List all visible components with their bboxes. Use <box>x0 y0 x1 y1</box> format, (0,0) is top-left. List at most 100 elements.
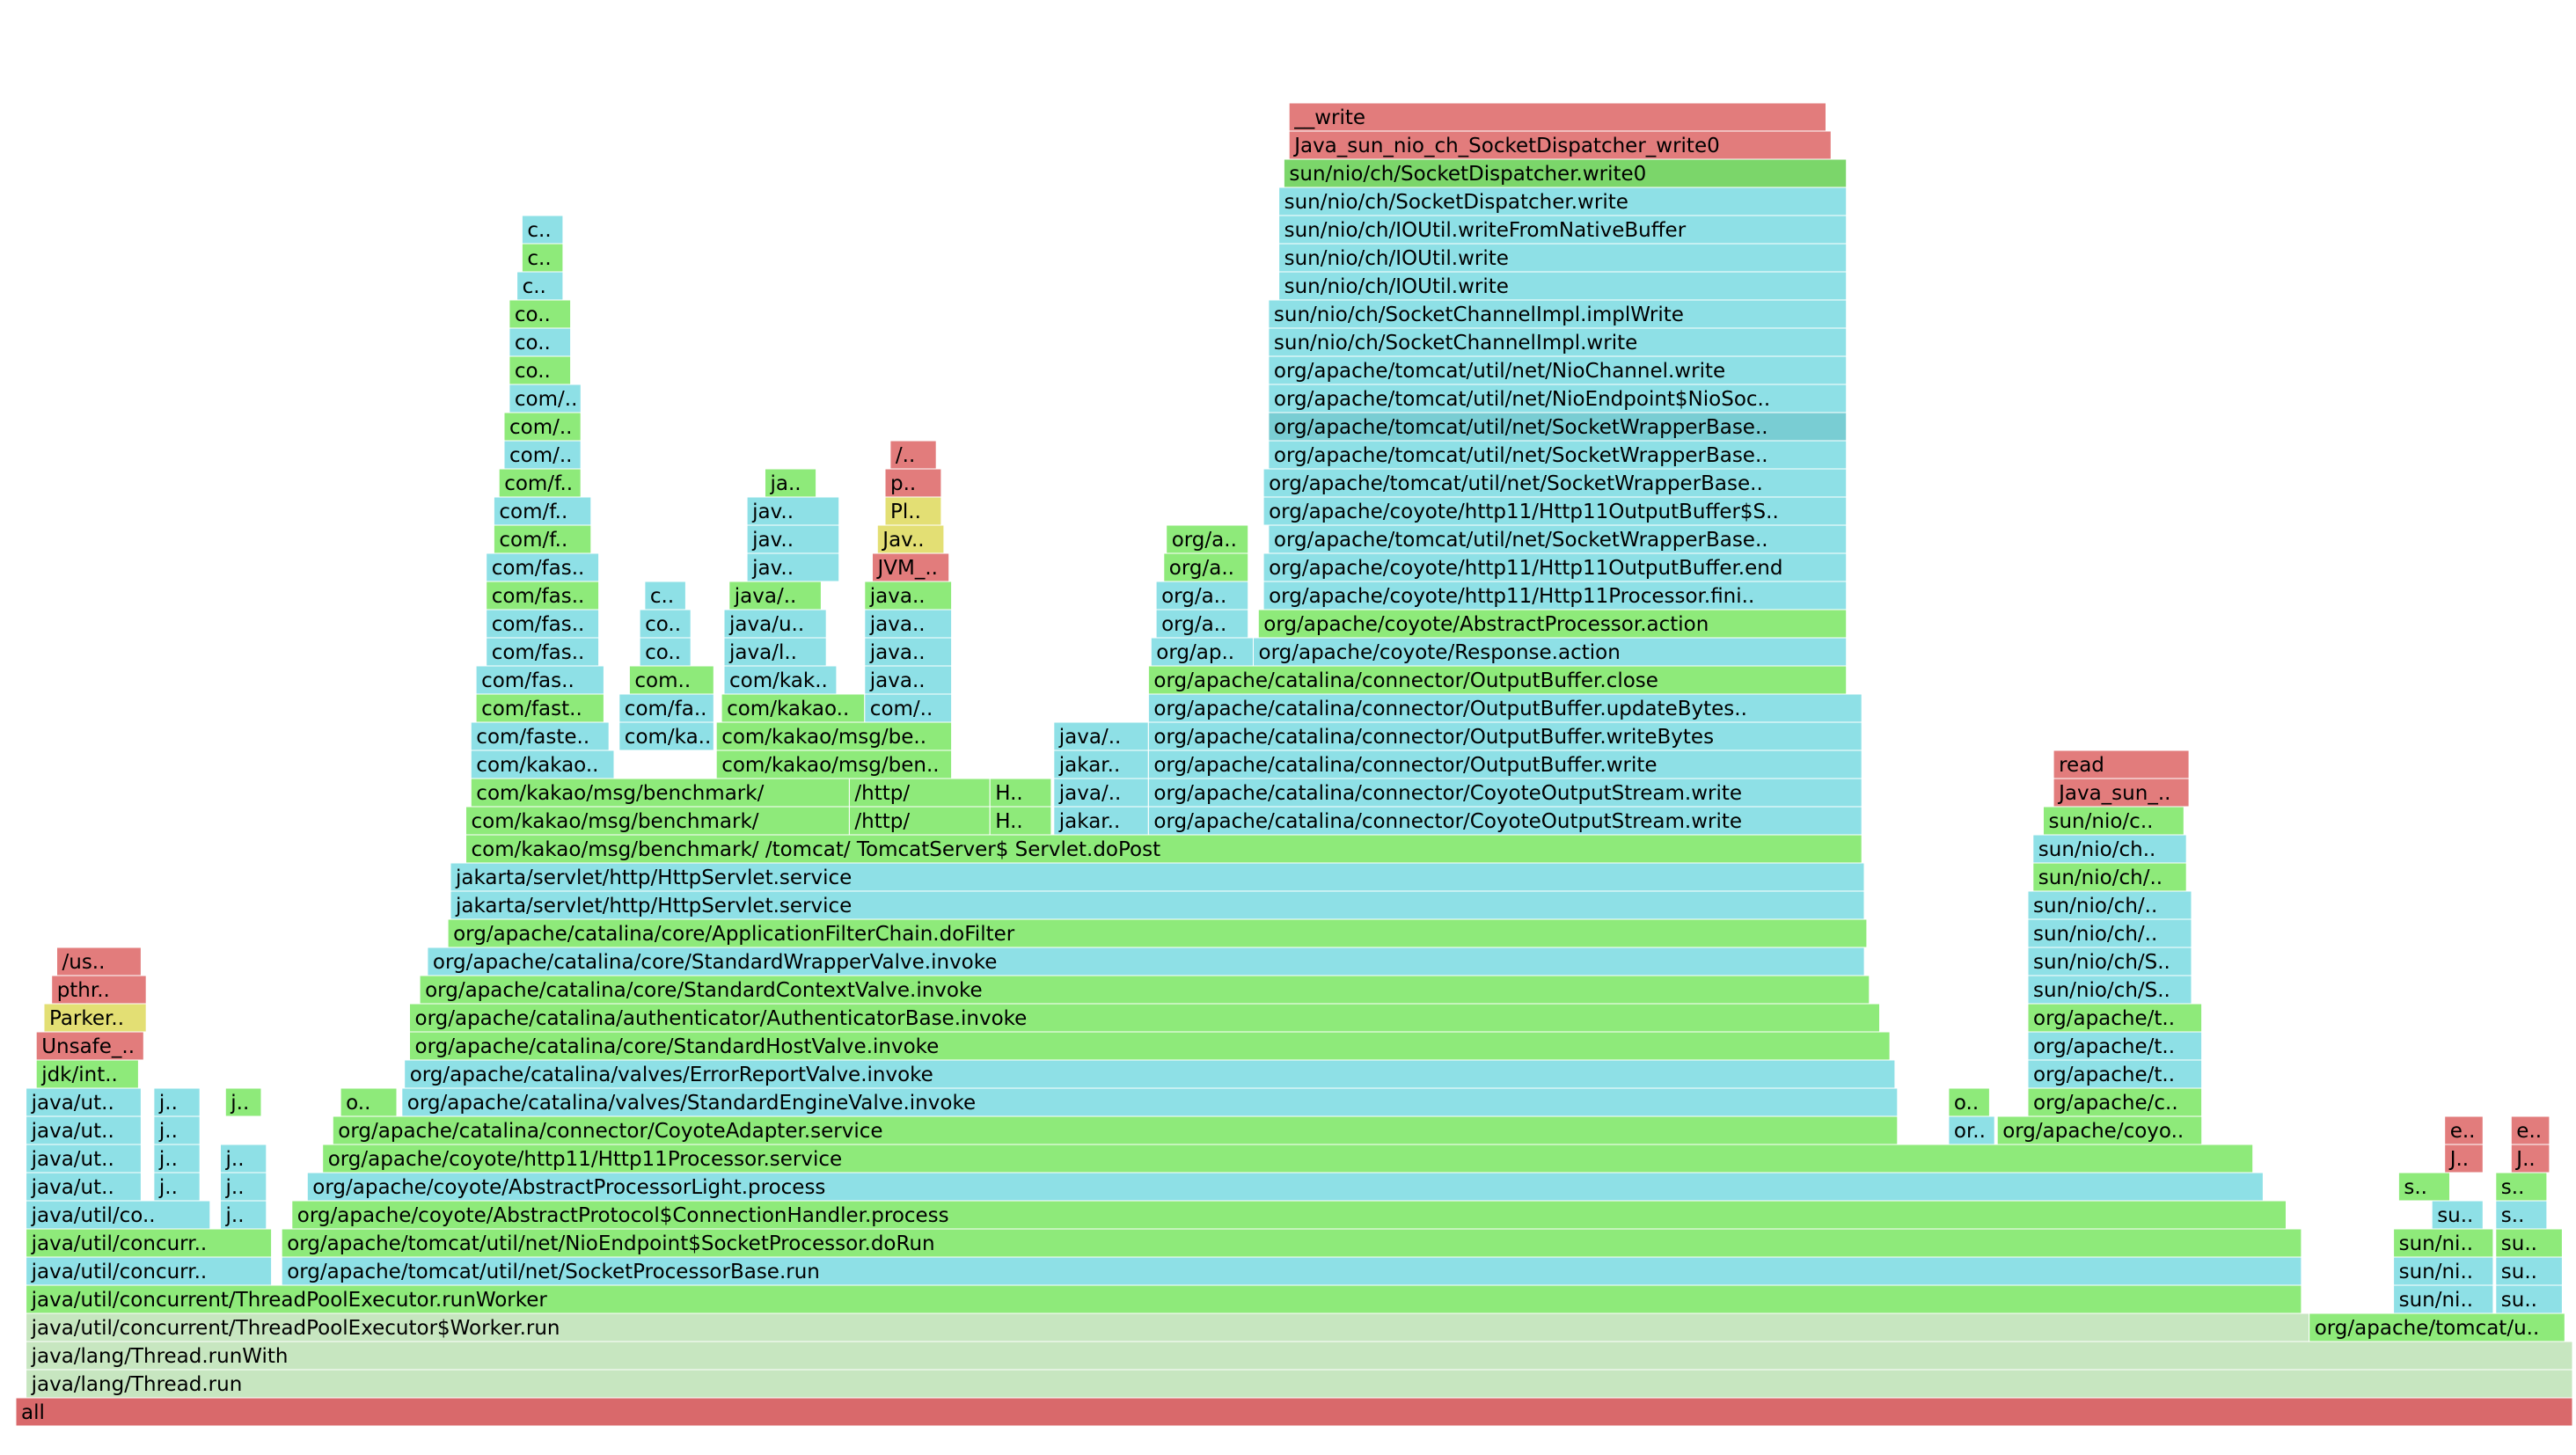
stack-frame[interactable]: org/apache/catalina/connector/OutputBuff… <box>1147 693 1862 723</box>
stack-frame[interactable]: org/ap.. <box>1150 637 1255 667</box>
stack-frame[interactable]: org/apache/catalina/core/ApplicationFilt… <box>447 918 1868 948</box>
stack-frame[interactable]: com/.. <box>503 440 582 470</box>
stack-frame[interactable]: org/apache/tomcat/util/net/SocketWrapper… <box>1268 524 1848 554</box>
stack-frame[interactable]: org/a.. <box>1155 581 1249 611</box>
stack-frame[interactable]: java/util/concurr.. <box>26 1256 273 1286</box>
stack-frame[interactable]: Parker.. <box>43 1003 147 1033</box>
stack-frame[interactable]: e.. <box>2444 1115 2484 1145</box>
stack-frame[interactable]: com/ka.. <box>618 721 714 751</box>
stack-frame[interactable]: sun/nio/ch/IOUtil.write <box>1278 243 1848 273</box>
stack-frame[interactable]: JVM_.. <box>872 552 950 582</box>
stack-frame[interactable]: com/.. <box>503 412 582 442</box>
stack-frame[interactable]: com/f.. <box>498 468 582 498</box>
stack-frame[interactable]: org/a.. <box>1155 609 1249 639</box>
stack-frame[interactable]: s.. <box>2495 1172 2548 1202</box>
stack-frame[interactable]: java.. <box>864 637 953 667</box>
stack-frame[interactable]: sun/nio/ch/S.. <box>2027 975 2192 1005</box>
stack-frame[interactable]: c.. <box>521 243 564 273</box>
stack-frame[interactable]: org/apache/catalina/connector/OutputBuff… <box>1147 665 1848 695</box>
stack-frame[interactable]: org/apache/catalina/connector/OutputBuff… <box>1147 721 1862 751</box>
stack-frame[interactable]: java.. <box>864 665 953 695</box>
stack-frame[interactable]: sun/ni.. <box>2393 1256 2494 1286</box>
stack-frame[interactable]: /http/ <box>848 778 991 808</box>
stack-frame[interactable]: java/util/concurr.. <box>26 1228 273 1258</box>
stack-frame[interactable]: org/apache/tomcat/util/net/SocketWrapper… <box>1268 440 1848 470</box>
stack-frame[interactable]: su.. <box>2495 1256 2563 1286</box>
stack-frame[interactable]: com/kakao/msg/be.. <box>715 721 953 751</box>
stack-frame[interactable]: j.. <box>153 1115 201 1145</box>
stack-frame[interactable]: c.. <box>516 271 564 301</box>
stack-frame[interactable]: __write <box>1288 102 1826 132</box>
stack-frame[interactable]: com.. <box>628 665 714 695</box>
stack-frame[interactable]: org/apache/catalina/connector/CoyoteOutp… <box>1147 806 1862 836</box>
stack-frame[interactable]: org/a.. <box>1163 552 1249 582</box>
stack-frame[interactable]: j.. <box>224 1087 262 1117</box>
stack-frame[interactable]: org/apache/t.. <box>2027 1003 2203 1033</box>
stack-frame[interactable]: jav.. <box>746 524 840 554</box>
stack-frame[interactable]: java/u.. <box>723 609 827 639</box>
stack-frame[interactable]: java/ut.. <box>26 1115 142 1145</box>
stack-frame[interactable]: java/l.. <box>723 637 827 667</box>
stack-frame[interactable]: H.. <box>989 806 1052 836</box>
stack-frame[interactable]: or.. <box>1948 1115 1995 1145</box>
stack-frame[interactable]: com/fas.. <box>486 637 600 667</box>
stack-frame[interactable]: j.. <box>220 1144 267 1174</box>
stack-frame[interactable]: sun/nio/ch/.. <box>2027 890 2192 920</box>
stack-frame[interactable]: org/apache/catalina/core/StandardContext… <box>419 975 1870 1005</box>
stack-frame[interactable]: org/apache/coyote/http11/Http11Processor… <box>1262 581 1848 611</box>
stack-frame[interactable]: com/fast.. <box>475 693 604 723</box>
stack-frame[interactable]: org/apache/coyote/AbstractProcessorLight… <box>306 1172 2264 1202</box>
stack-frame[interactable]: c.. <box>521 215 564 245</box>
stack-frame[interactable]: su.. <box>2495 1284 2563 1314</box>
stack-frame[interactable]: org/apache/catalina/core/StandardHostVal… <box>409 1031 1891 1061</box>
stack-frame[interactable]: J.. <box>2510 1144 2550 1174</box>
stack-frame[interactable]: p.. <box>884 468 942 498</box>
stack-frame[interactable]: j.. <box>153 1087 201 1117</box>
stack-frame[interactable]: Java_sun_.. <box>2053 778 2190 808</box>
stack-frame[interactable]: sun/nio/ch.. <box>2032 834 2187 864</box>
stack-frame[interactable]: jdk/int.. <box>35 1059 139 1089</box>
stack-frame[interactable]: org/apache/catalina/connector/CoyoteAdap… <box>332 1115 1899 1145</box>
stack-frame[interactable]: sun/nio/ch/IOUtil.writeFromNativeBuffer <box>1278 215 1848 245</box>
stack-frame[interactable]: org/apache/tomcat/util/net/SocketWrapper… <box>1262 468 1848 498</box>
stack-frame[interactable]: org/apache/tomcat/util/net/SocketWrapper… <box>1268 412 1848 442</box>
stack-frame[interactable]: j.. <box>220 1172 267 1202</box>
stack-frame[interactable]: j.. <box>153 1172 201 1202</box>
stack-frame[interactable]: sun/nio/ch/SocketChannelImpl.write <box>1268 327 1848 357</box>
stack-frame[interactable]: sun/ni.. <box>2393 1228 2494 1258</box>
stack-frame[interactable]: org/apache/catalina/valves/StandardEngin… <box>401 1087 1899 1117</box>
stack-frame[interactable]: Unsafe_.. <box>35 1031 144 1061</box>
stack-frame[interactable]: com/f.. <box>493 496 592 526</box>
stack-frame[interactable]: com/fas.. <box>486 581 600 611</box>
stack-frame[interactable]: ja.. <box>765 468 817 498</box>
stack-frame[interactable]: java/util/co.. <box>26 1200 211 1230</box>
stack-frame[interactable]: com/kakao/msg/benchmark/ /tomcat/ Tomcat… <box>465 834 1862 864</box>
stack-frame[interactable]: co.. <box>509 355 572 385</box>
stack-frame[interactable]: s.. <box>2495 1200 2548 1230</box>
stack-frame[interactable]: org/apache/catalina/core/StandardWrapper… <box>427 947 1865 976</box>
stack-frame[interactable]: jakarta/servlet/http/HttpServlet.service <box>450 890 1865 920</box>
stack-frame[interactable]: sun/nio/ch/SocketDispatcher.write <box>1278 186 1848 216</box>
stack-frame[interactable]: com/f.. <box>493 524 592 554</box>
stack-frame[interactable]: co.. <box>509 327 572 357</box>
stack-frame[interactable]: java/ut.. <box>26 1087 142 1117</box>
stack-frame-bar[interactable] <box>26 1369 2573 1399</box>
stack-frame[interactable]: java/util/concurrent/ThreadPoolExecutor.… <box>26 1284 2302 1314</box>
stack-frame[interactable]: Java_sun_nio_ch_SocketDispatcher_write0 <box>1288 130 1832 160</box>
stack-frame[interactable]: all <box>15 1397 2573 1427</box>
stack-frame[interactable]: sun/nio/c.. <box>2043 806 2184 836</box>
stack-frame[interactable]: com/fas.. <box>486 609 600 639</box>
stack-frame[interactable]: org/apache/coyote/AbstractProcessor.acti… <box>1257 609 1848 639</box>
stack-frame[interactable]: jav.. <box>746 552 840 582</box>
stack-frame[interactable]: org/apache/tomcat/util/net/SocketProcess… <box>281 1256 2302 1286</box>
stack-frame[interactable]: co.. <box>509 299 572 329</box>
stack-frame[interactable]: H.. <box>989 778 1052 808</box>
stack-frame[interactable]: org/apache/tomcat/u.. <box>2309 1312 2565 1342</box>
stack-frame[interactable]: org/apache/tomcat/util/net/NioEndpoint$N… <box>1268 384 1848 413</box>
stack-frame[interactable]: com/kakao.. <box>470 749 615 779</box>
stack-frame[interactable]: java/lang/Thread.runWith <box>26 1341 2573 1371</box>
stack-frame[interactable]: com/faste.. <box>470 721 610 751</box>
stack-frame[interactable]: org/apache/tomcat/util/net/NioChannel.wr… <box>1268 355 1848 385</box>
stack-frame[interactable]: com/fa.. <box>618 693 714 723</box>
stack-frame[interactable]: /us.. <box>56 947 142 976</box>
